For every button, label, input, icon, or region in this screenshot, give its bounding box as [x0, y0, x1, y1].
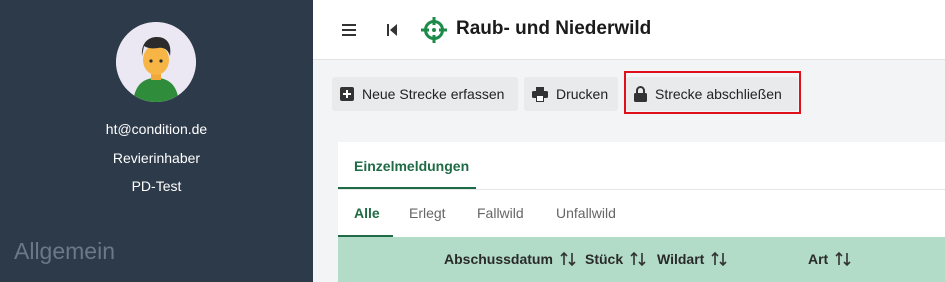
- user-email: ht@condition.de: [105, 121, 208, 137]
- filter-tab-fallwild[interactable]: Fallwild: [477, 205, 524, 221]
- main-content: Raub- und Niederwild Neue Strecke erfass…: [313, 0, 945, 282]
- printer-icon: [532, 86, 548, 102]
- column-label: Abschussdatum: [444, 251, 553, 267]
- sidebar: ht@condition.de Revierinhaber PD-Test Al…: [0, 0, 313, 282]
- collapse-sidebar-icon[interactable]: [381, 19, 403, 41]
- print-label: Drucken: [556, 86, 609, 102]
- user-avatar[interactable]: [116, 22, 196, 102]
- sort-icon: [711, 251, 727, 267]
- new-record-label: Neue Strecke erfassen: [362, 86, 505, 102]
- highlight-box: [624, 71, 801, 114]
- sidebar-section-general[interactable]: Allgemein: [14, 238, 115, 265]
- table-header: Abschussdatum Stück Wildart Art: [338, 237, 945, 282]
- column-header-abschussdatum[interactable]: Abschussdatum: [444, 251, 576, 267]
- column-label: Stück: [585, 251, 624, 267]
- new-record-button[interactable]: Neue Strecke erfassen: [332, 77, 518, 111]
- avatar-icon: [116, 22, 196, 102]
- page-title: Raub- und Niederwild: [456, 18, 652, 39]
- user-org: PD-Test: [131, 178, 182, 194]
- menu-icon[interactable]: [339, 19, 361, 41]
- column-header-stueck[interactable]: Stück: [585, 251, 646, 267]
- crosshair-logo-icon: [420, 16, 448, 44]
- column-label: Art: [808, 251, 829, 267]
- tab-einzelmeldungen[interactable]: Einzelmeldungen: [338, 142, 476, 189]
- plus-square-icon: [340, 87, 354, 101]
- print-button[interactable]: Drucken: [524, 77, 618, 111]
- column-header-wildart[interactable]: Wildart: [657, 251, 727, 267]
- tab-divider: [338, 189, 945, 190]
- sort-icon: [835, 251, 851, 267]
- tab-einzelmeldungen-label: Einzelmeldungen: [354, 158, 470, 174]
- user-role: Revierinhaber: [112, 150, 201, 166]
- sort-icon: [630, 251, 646, 267]
- sort-icon: [560, 251, 576, 267]
- column-header-art[interactable]: Art: [808, 251, 851, 267]
- filter-tab-erlegt[interactable]: Erlegt: [409, 205, 446, 221]
- top-bar: Raub- und Niederwild: [313, 0, 945, 60]
- filter-tab-unfallwild[interactable]: Unfallwild: [556, 205, 616, 221]
- filter-tab-alle[interactable]: Alle: [354, 205, 380, 221]
- column-label: Wildart: [657, 251, 705, 267]
- records-panel: Einzelmeldungen Alle Erlegt Fallwild Unf…: [338, 142, 945, 282]
